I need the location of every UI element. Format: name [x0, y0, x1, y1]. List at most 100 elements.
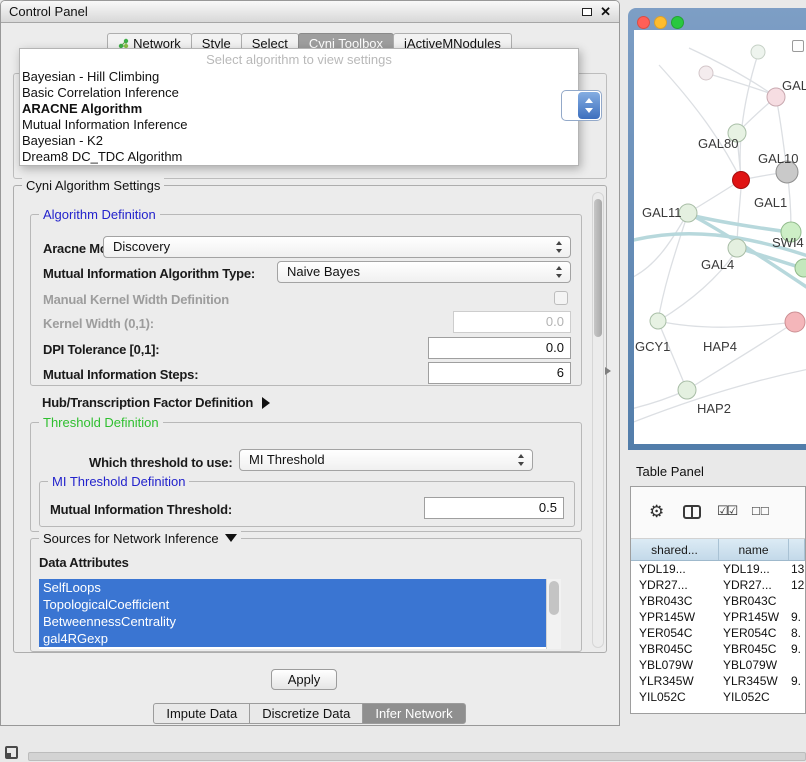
sources-title[interactable]: Sources for Network Inference: [39, 531, 241, 546]
table-row[interactable]: YIL052CYIL052C: [631, 689, 805, 705]
network-canvas[interactable]: GALGAL80GAL10GAL11GAL1SWI4GAL4GCY1HAP4HA…: [634, 30, 806, 444]
table-row[interactable]: YER054CYER054C8.: [631, 625, 805, 641]
panel-toggle-icon[interactable]: [5, 746, 18, 759]
float-window-icon[interactable]: [582, 8, 592, 16]
combo-scroll-button[interactable]: [578, 92, 600, 119]
cell: YLR345W: [719, 674, 789, 688]
column-header-name[interactable]: name: [719, 539, 789, 560]
attribute-item-gal4rgexp[interactable]: gal4RGexp: [39, 630, 546, 647]
node-label: GAL10: [758, 151, 798, 166]
network-node[interactable]: [699, 66, 713, 80]
node-label: GAL: [782, 78, 806, 93]
cell: YDL19...: [631, 562, 719, 576]
network-node[interactable]: [728, 239, 746, 257]
table-row[interactable]: YBL079WYBL079W: [631, 657, 805, 673]
data-attributes-list[interactable]: SelfLoopsTopologicalCoefficientBetweenne…: [39, 579, 561, 649]
network-edge: [706, 73, 774, 95]
cell: 9.: [789, 642, 805, 656]
cell: YDR27...: [719, 578, 789, 592]
tab-infer-network[interactable]: Infer Network: [362, 703, 465, 724]
manual-kernel-checkbox[interactable]: [554, 291, 568, 305]
which-threshold-value: MI Threshold: [249, 452, 325, 467]
network-edge: [687, 322, 795, 390]
sources-group: Sources for Network Inference Data Attri…: [30, 538, 582, 652]
minimize-traffic-light-icon[interactable]: [654, 16, 667, 29]
node-label: GCY1: [635, 339, 670, 354]
network-node[interactable]: [795, 259, 806, 277]
node-label: GAL4: [701, 257, 734, 272]
dropdown-item-mutual-information-inference[interactable]: Mutual Information Inference: [20, 117, 578, 133]
table-toolbar: ⚙ ☑☑ ☐☐: [631, 487, 805, 539]
column-header-2[interactable]: [789, 539, 805, 560]
list-scrollbar[interactable]: [546, 579, 561, 649]
aracne-mode-value: Discovery: [113, 239, 170, 254]
dropdown-items: Bayesian - Hill ClimbingBasic Correlatio…: [20, 69, 578, 165]
network-node[interactable]: [678, 381, 696, 399]
network-node[interactable]: [679, 204, 697, 222]
column-header-shared[interactable]: shared...: [631, 539, 719, 560]
algorithm-combo-field[interactable]: [561, 90, 602, 121]
table-row[interactable]: YLR345WYLR345W9.: [631, 673, 805, 689]
cyni-algorithm-settings-group: Cyni Algorithm Settings Algorithm Defini…: [13, 185, 607, 653]
panel-splitter-arrow[interactable]: [605, 367, 611, 375]
mi-steps-label: Mutual Information Steps:: [43, 367, 198, 382]
table-row[interactable]: YBR043CYBR043C: [631, 593, 805, 609]
scrollbar-thumb[interactable]: [594, 199, 602, 337]
cell: YER054C: [719, 626, 789, 640]
node-label: GAL11: [642, 205, 682, 220]
unchecked-boxes-icon[interactable]: ☐☐: [751, 505, 769, 518]
dropdown-item-basic-correlation-inference[interactable]: Basic Correlation Inference: [20, 85, 578, 101]
dpi-tolerance-field[interactable]: 0.0: [428, 337, 571, 359]
network-node[interactable]: [650, 313, 666, 329]
dropdown-item-dream8-dc-tdc-algorithm[interactable]: Dream8 DC_TDC Algorithm: [20, 149, 578, 165]
cell: YPR145W: [631, 610, 719, 624]
close-icon[interactable]: ✕: [600, 4, 611, 20]
mi-threshold-field[interactable]: 0.5: [424, 497, 564, 519]
algorithm-definition-group: Algorithm Definition Aracne Mode: Discov…: [30, 214, 582, 386]
network-graph[interactable]: GALGAL80GAL10GAL11GAL1SWI4GAL4GCY1HAP4HA…: [634, 30, 806, 444]
columns-icon[interactable]: [683, 505, 701, 519]
table-row[interactable]: YPR145WYPR145W9.: [631, 609, 805, 625]
arrow-down-icon: [585, 108, 593, 113]
close-traffic-light-icon[interactable]: [637, 16, 650, 29]
attribute-item-selfloops[interactable]: SelfLoops: [39, 579, 546, 596]
mi-type-select[interactable]: Naive Bayes: [277, 261, 571, 283]
table-row[interactable]: YDR27...YDR27...12: [631, 577, 805, 593]
expand-right-icon[interactable]: [262, 397, 270, 409]
which-threshold-select[interactable]: MI Threshold: [239, 449, 533, 471]
kernel-width-field[interactable]: 0.0: [453, 311, 571, 333]
checked-boxes-icon[interactable]: ☑☑: [717, 503, 736, 519]
tab-impute-data[interactable]: Impute Data: [153, 703, 250, 724]
zoom-traffic-light-icon[interactable]: [671, 16, 684, 29]
control-panel-window: Control Panel ✕ NetworkStyleSelectCyni T…: [0, 0, 620, 726]
scrollbar-thumb[interactable]: [549, 581, 559, 615]
tab-discretize-data[interactable]: Discretize Data: [249, 703, 363, 724]
gear-icon[interactable]: ⚙: [649, 502, 664, 522]
dropdown-item-aracne-algorithm[interactable]: ARACNE Algorithm: [20, 101, 578, 117]
network-node[interactable]: [751, 45, 765, 59]
settings-scrollbar[interactable]: [592, 192, 604, 648]
table-row[interactable]: YBR045CYBR045C9.: [631, 641, 805, 657]
which-threshold-label: Which threshold to use:: [89, 455, 232, 470]
network-node[interactable]: [733, 172, 750, 189]
hub-definition-section[interactable]: Hub/Transcription Factor Definition: [42, 394, 270, 412]
arrow-up-icon: [585, 98, 593, 103]
attribute-item-topologicalcoefficient[interactable]: TopologicalCoefficient: [39, 596, 546, 613]
network-node[interactable]: [785, 312, 805, 332]
node-label: GAL1: [754, 195, 787, 210]
threshold-definition-title: Threshold Definition: [39, 415, 163, 430]
apply-button[interactable]: Apply: [271, 669, 337, 690]
combo-arrows-icon: [518, 454, 525, 466]
attribute-item-betweennesscentrality[interactable]: BetweennessCentrality: [39, 613, 546, 630]
mi-steps-field[interactable]: 6: [428, 362, 571, 384]
collapse-down-icon[interactable]: [225, 534, 237, 542]
table-row[interactable]: YDL19...YDL19...13: [631, 561, 805, 577]
network-overview-button[interactable]: [792, 40, 804, 52]
hub-definition-label: Hub/Transcription Factor Definition: [42, 395, 253, 410]
aracne-mode-select[interactable]: Discovery: [103, 236, 571, 258]
dropdown-item-bayesian-hill-climbing[interactable]: Bayesian - Hill Climbing: [20, 69, 578, 85]
control-panel-titlebar[interactable]: Control Panel ✕: [1, 1, 619, 23]
mi-threshold-group: MI Threshold Definition Mutual Informati…: [39, 481, 575, 527]
network-edge: [659, 65, 741, 180]
dropdown-item-bayesian-k2[interactable]: Bayesian - K2: [20, 133, 578, 149]
